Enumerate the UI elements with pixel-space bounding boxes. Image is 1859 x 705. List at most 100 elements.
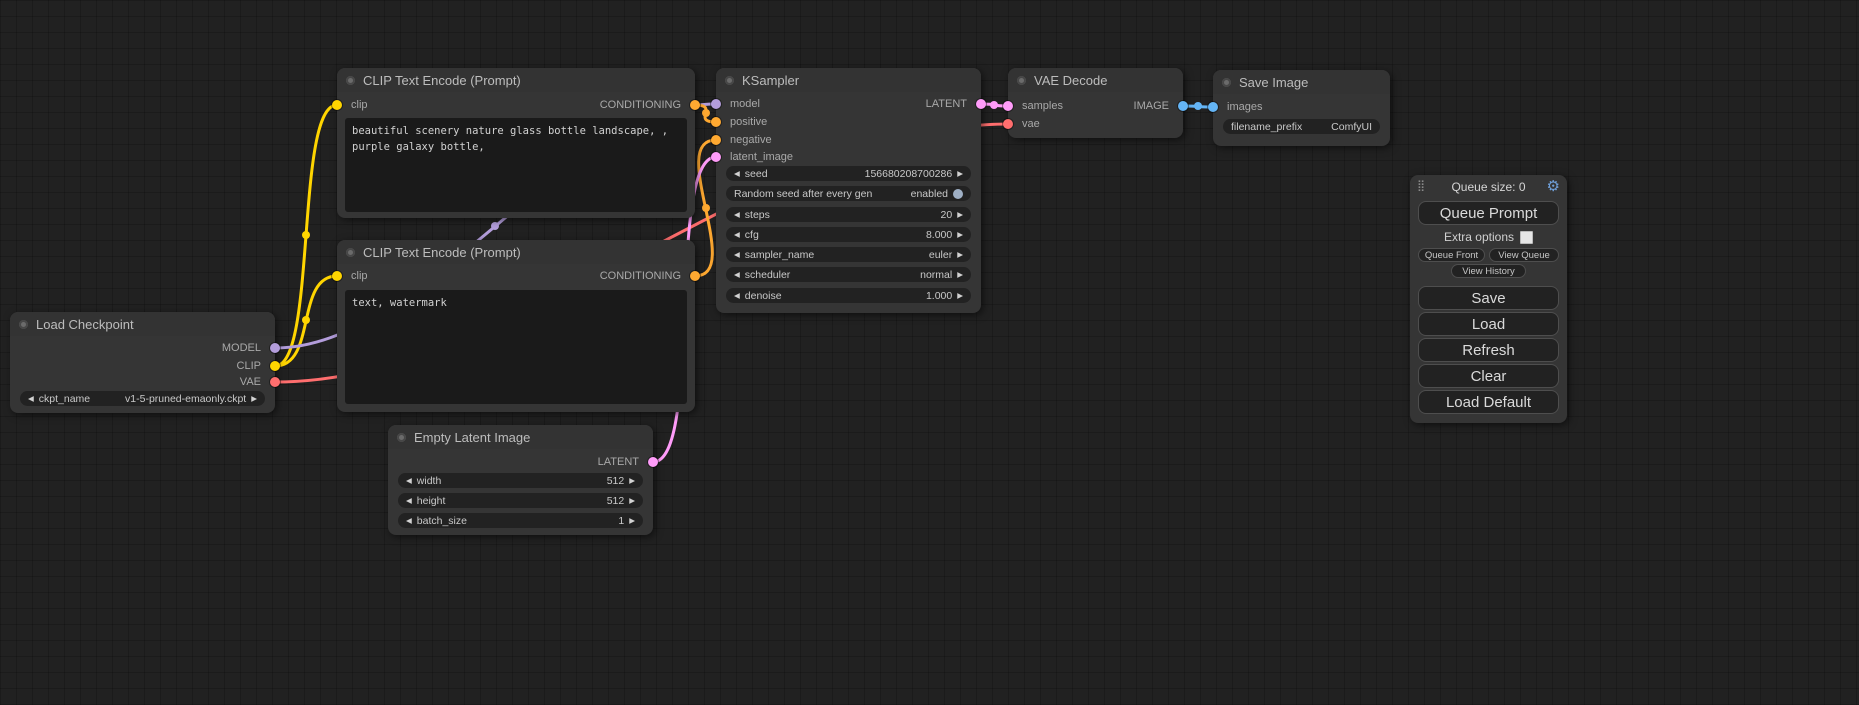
node-load-checkpoint[interactable]: Load Checkpoint MODEL CLIP VAE ◀ ckpt_na… bbox=[10, 312, 275, 413]
height-widget[interactable]: ◀ height 512 ▶ bbox=[398, 493, 643, 508]
extra-options-row: Extra options bbox=[1410, 230, 1567, 244]
widget-label: denoise bbox=[745, 290, 782, 302]
next-value-arrow-icon[interactable]: ▶ bbox=[957, 170, 963, 178]
clip-output-port[interactable] bbox=[270, 361, 280, 371]
latent-image-input-port[interactable] bbox=[711, 152, 721, 162]
node-clip-text-encode-negative[interactable]: CLIP Text Encode (Prompt) clip CONDITION… bbox=[337, 240, 695, 412]
prev-value-arrow-icon[interactable]: ◀ bbox=[734, 251, 740, 259]
next-value-arrow-icon[interactable]: ▶ bbox=[629, 517, 635, 525]
extra-options-label: Extra options bbox=[1444, 230, 1514, 244]
view-history-button[interactable]: View History bbox=[1451, 264, 1526, 278]
prev-value-arrow-icon[interactable]: ◀ bbox=[734, 211, 740, 219]
node-title-bar[interactable]: KSampler bbox=[716, 68, 981, 92]
image-output-port[interactable] bbox=[1178, 101, 1188, 111]
clear-button[interactable]: Clear bbox=[1418, 364, 1559, 388]
save-button[interactable]: Save bbox=[1418, 286, 1559, 310]
node-title-bar[interactable]: Empty Latent Image bbox=[388, 425, 653, 449]
positive-input-port[interactable] bbox=[711, 117, 721, 127]
widget-value: euler bbox=[929, 249, 952, 261]
seed-widget[interactable]: ◀ seed 156680208700286 ▶ bbox=[726, 166, 971, 181]
conditioning-output-port[interactable] bbox=[690, 271, 700, 281]
batch-size-widget[interactable]: ◀ batch_size 1 ▶ bbox=[398, 513, 643, 528]
node-title-bar[interactable]: CLIP Text Encode (Prompt) bbox=[337, 68, 695, 92]
random-seed-toggle-widget[interactable]: Random seed after every gen enabled bbox=[726, 186, 971, 201]
conditioning-output-port[interactable] bbox=[690, 100, 700, 110]
node-title-bar[interactable]: Save Image bbox=[1213, 70, 1390, 94]
prev-value-arrow-icon[interactable]: ◀ bbox=[734, 292, 740, 300]
vae-input-port[interactable] bbox=[1003, 119, 1013, 129]
model-input-port[interactable] bbox=[711, 99, 721, 109]
next-value-arrow-icon[interactable]: ▶ bbox=[957, 251, 963, 259]
images-input-port[interactable] bbox=[1208, 102, 1218, 112]
latent-output-port[interactable] bbox=[976, 99, 986, 109]
toggle-knob-icon[interactable] bbox=[953, 189, 963, 199]
negative-input-port[interactable] bbox=[711, 135, 721, 145]
collapse-dot-icon[interactable] bbox=[1222, 78, 1231, 87]
collapse-dot-icon[interactable] bbox=[346, 248, 355, 257]
load-button[interactable]: Load bbox=[1418, 312, 1559, 336]
prev-value-arrow-icon[interactable]: ◀ bbox=[734, 170, 740, 178]
prev-value-arrow-icon[interactable]: ◀ bbox=[734, 271, 740, 279]
cfg-widget[interactable]: ◀ cfg 8.000 ▶ bbox=[726, 227, 971, 242]
widget-label: sampler_name bbox=[745, 249, 814, 261]
next-value-arrow-icon[interactable]: ▶ bbox=[957, 292, 963, 300]
node-clip-text-encode-positive[interactable]: CLIP Text Encode (Prompt) clip CONDITION… bbox=[337, 68, 695, 218]
collapse-dot-icon[interactable] bbox=[346, 76, 355, 85]
vae-output-port[interactable] bbox=[270, 377, 280, 387]
node-title-bar[interactable]: CLIP Text Encode (Prompt) bbox=[337, 240, 695, 264]
collapse-dot-icon[interactable] bbox=[19, 320, 28, 329]
node-graph-canvas[interactable]: Load Checkpoint MODEL CLIP VAE ◀ ckpt_na… bbox=[0, 0, 1859, 705]
sampler-name-widget[interactable]: ◀ sampler_name euler ▶ bbox=[726, 247, 971, 262]
view-queue-button[interactable]: View Queue bbox=[1489, 248, 1559, 262]
prev-value-arrow-icon[interactable]: ◀ bbox=[406, 497, 412, 505]
clip-input-port[interactable] bbox=[332, 271, 342, 281]
width-widget[interactable]: ◀ width 512 ▶ bbox=[398, 473, 643, 488]
negative-prompt-textarea[interactable]: text, watermark bbox=[345, 290, 687, 404]
samples-input-port[interactable] bbox=[1003, 101, 1013, 111]
next-value-arrow-icon[interactable]: ▶ bbox=[629, 477, 635, 485]
collapse-dot-icon[interactable] bbox=[1017, 76, 1026, 85]
next-value-arrow-icon[interactable]: ▶ bbox=[957, 231, 963, 239]
queue-prompt-button[interactable]: Queue Prompt bbox=[1418, 201, 1559, 225]
node-title: Save Image bbox=[1239, 75, 1308, 90]
settings-gear-icon[interactable]: ⚙ bbox=[1547, 177, 1560, 195]
latent-output-port[interactable] bbox=[648, 457, 658, 467]
node-title-bar[interactable]: VAE Decode bbox=[1008, 68, 1183, 92]
prev-value-arrow-icon[interactable]: ◀ bbox=[734, 231, 740, 239]
collapse-dot-icon[interactable] bbox=[397, 433, 406, 442]
next-value-arrow-icon[interactable]: ▶ bbox=[957, 271, 963, 279]
steps-widget[interactable]: ◀ steps 20 ▶ bbox=[726, 207, 971, 222]
scheduler-widget[interactable]: ◀ scheduler normal ▶ bbox=[726, 267, 971, 282]
prev-value-arrow-icon[interactable]: ◀ bbox=[406, 517, 412, 525]
node-empty-latent-image[interactable]: Empty Latent Image LATENT ◀ width 512 ▶ … bbox=[388, 425, 653, 535]
load-default-button[interactable]: Load Default bbox=[1418, 390, 1559, 414]
queue-front-button[interactable]: Queue Front bbox=[1418, 248, 1485, 262]
ckpt-name-widget[interactable]: ◀ ckpt_name v1-5-pruned-emaonly.ckpt ▶ bbox=[20, 391, 265, 406]
node-ksampler[interactable]: KSampler model positive negative latent_… bbox=[716, 68, 981, 313]
next-value-arrow-icon[interactable]: ▶ bbox=[629, 497, 635, 505]
link-midpoint-dot bbox=[302, 231, 310, 239]
next-value-arrow-icon[interactable]: ▶ bbox=[251, 395, 257, 403]
widget-label: scheduler bbox=[745, 269, 791, 281]
extra-options-checkbox[interactable] bbox=[1520, 231, 1533, 244]
input-label-latent-image: latent_image bbox=[730, 150, 793, 164]
node-title: VAE Decode bbox=[1034, 73, 1107, 88]
denoise-widget[interactable]: ◀ denoise 1.000 ▶ bbox=[726, 288, 971, 303]
collapse-dot-icon[interactable] bbox=[725, 76, 734, 85]
node-title-bar[interactable]: Load Checkpoint bbox=[10, 312, 275, 336]
prev-value-arrow-icon[interactable]: ◀ bbox=[28, 395, 34, 403]
node-vae-decode[interactable]: VAE Decode samples vae IMAGE bbox=[1008, 68, 1183, 138]
model-output-port[interactable] bbox=[270, 343, 280, 353]
prev-value-arrow-icon[interactable]: ◀ bbox=[406, 477, 412, 485]
refresh-button[interactable]: Refresh bbox=[1418, 338, 1559, 362]
positive-prompt-textarea[interactable]: beautiful scenery nature glass bottle la… bbox=[345, 118, 687, 212]
filename-prefix-widget[interactable]: filename_prefix ComfyUI bbox=[1223, 119, 1380, 134]
output-label-model: MODEL bbox=[222, 341, 261, 355]
node-save-image[interactable]: Save Image images filename_prefix ComfyU… bbox=[1213, 70, 1390, 146]
output-label-conditioning: CONDITIONING bbox=[600, 98, 681, 112]
input-label-images: images bbox=[1227, 100, 1262, 114]
link-midpoint-dot bbox=[702, 109, 710, 117]
next-value-arrow-icon[interactable]: ▶ bbox=[957, 211, 963, 219]
widget-label: Random seed after every gen bbox=[734, 188, 872, 200]
clip-input-port[interactable] bbox=[332, 100, 342, 110]
